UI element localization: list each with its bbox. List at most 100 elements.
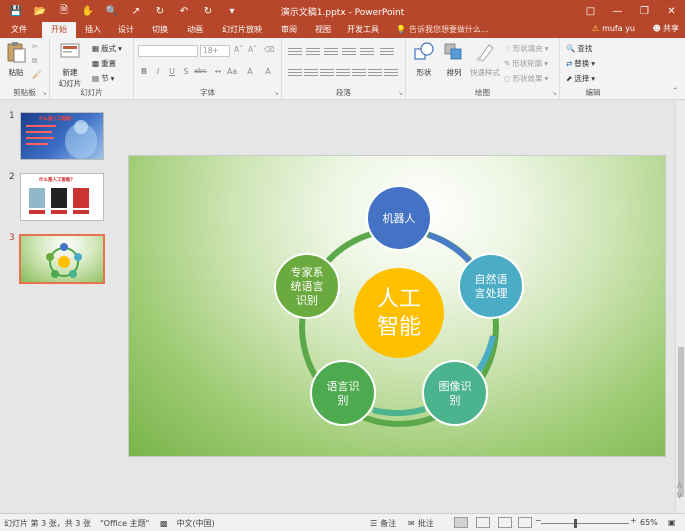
reset-button[interactable]: ▩ 重置 [92, 58, 116, 69]
quick-styles-button[interactable]: 快速样式 [468, 41, 502, 78]
increase-indent-icon[interactable] [342, 46, 356, 56]
slide-thumbnail-1[interactable]: 什么是人工智能？ [20, 112, 104, 160]
slide-sorter-icon[interactable] [476, 517, 490, 528]
zoom-level[interactable]: 65% [640, 518, 658, 527]
scrollbar-thumb[interactable] [678, 347, 684, 497]
center-node-line1: 人工 [377, 287, 421, 312]
zoom-slider[interactable] [541, 523, 629, 524]
replace-button[interactable]: ⇄ 替换 ▾ [566, 58, 595, 69]
copy-icon[interactable]: ⧉ [32, 56, 37, 66]
smartart-icon[interactable] [384, 67, 398, 77]
zoom-in-icon[interactable]: + [630, 516, 637, 525]
change-case-icon[interactable]: Aa [226, 67, 238, 76]
decrease-indent-icon[interactable] [324, 46, 338, 56]
ribbon-display-options-icon[interactable]: □ [577, 0, 604, 22]
line-spacing-icon[interactable] [360, 46, 374, 56]
collapse-ribbon-icon[interactable]: ⌃ [672, 86, 678, 95]
numbering-icon[interactable] [306, 46, 320, 56]
underline-icon[interactable]: U [166, 67, 178, 76]
shape-fill-button[interactable]: ♢ 形状填充 ▾ [504, 43, 549, 54]
tab-developer[interactable]: 开发工具 [343, 22, 383, 38]
strikethrough-icon[interactable]: abc [194, 67, 207, 75]
zoom-slider-knob[interactable] [574, 519, 577, 528]
new-slide-button[interactable]: 新建 幻灯片 [56, 41, 84, 89]
paragraph-launcher-icon[interactable]: ↘ [398, 90, 403, 97]
close-icon[interactable]: ✕ [658, 0, 685, 22]
increase-font-icon[interactable]: Aˆ [234, 45, 243, 54]
user-account[interactable]: ⚠ mufa yu [592, 24, 635, 33]
tab-home[interactable]: 开始 [42, 22, 76, 38]
font-size-box[interactable]: 18+ [200, 45, 230, 57]
align-right-icon[interactable] [320, 67, 334, 77]
user-name: mufa yu [602, 24, 635, 33]
clipboard-launcher-icon[interactable]: ↘ [42, 90, 47, 97]
tab-animations[interactable]: 动画 [181, 22, 209, 38]
slideshow-view-icon[interactable] [518, 517, 532, 528]
shape-outline-button[interactable]: ✎ 形状轮廓 ▾ [504, 58, 548, 69]
outline-icon: ✎ [504, 59, 511, 68]
language-indicator[interactable]: ▩ 中文(中国) [160, 518, 215, 529]
bullets-icon[interactable] [288, 46, 302, 56]
slide-thumbnail-2[interactable]: 什么是人工智能？ [20, 173, 104, 221]
vertical-scrollbar[interactable]: ⋀ ⋁ [675, 101, 685, 513]
decrease-font-icon[interactable]: Aˇ [248, 45, 257, 54]
normal-view-icon[interactable] [454, 517, 468, 528]
justify-icon[interactable] [336, 67, 350, 77]
fit-to-window-icon[interactable]: ▣ [668, 518, 676, 527]
prev-slide-icon[interactable]: ⋀ [677, 482, 682, 489]
distributed-icon[interactable] [352, 67, 366, 77]
layout-button[interactable]: ▦ 版式 ▾ [92, 43, 122, 54]
minimize-icon[interactable]: — [604, 0, 631, 22]
node-robot[interactable]: 机器人 [366, 185, 432, 251]
restore-icon[interactable]: ❐ [631, 0, 658, 22]
smartart-cycle-diagram[interactable]: 人工 智能 机器人 自然语 言处理 图像识 别 语言识 别 专家系 统语言 识别 [129, 156, 667, 458]
cut-icon[interactable]: ✂ [32, 42, 38, 51]
node-nlp[interactable]: 自然语 言处理 [458, 253, 524, 319]
italic-icon[interactable]: I [152, 67, 164, 76]
align-left-icon[interactable] [288, 67, 302, 77]
tell-me-box[interactable]: 💡 告诉我您想要做什么... [396, 24, 489, 35]
group-label-slides: 幻灯片 [80, 88, 103, 97]
paste-button[interactable]: 粘贴 [4, 41, 28, 78]
shape-effects-button[interactable]: ○ 形状效果 ▾ [504, 73, 548, 84]
tab-file[interactable]: 文件 [0, 22, 38, 38]
tab-design[interactable]: 设计 [112, 22, 140, 38]
shadow-icon[interactable]: S [180, 67, 192, 76]
font-launcher-icon[interactable]: ↘ [274, 90, 279, 97]
node-speech-recognition[interactable]: 语言识 别 [310, 360, 376, 426]
comments-button[interactable]: ✉ 批注 [408, 518, 434, 529]
shapes-label: 形状 [416, 68, 432, 77]
highlight-icon[interactable]: A [262, 67, 274, 76]
node-expert-system[interactable]: 专家系 统语言 识别 [274, 253, 340, 319]
format-painter-icon[interactable]: 🖌 [32, 70, 42, 79]
char-spacing-icon[interactable]: ↔ [212, 67, 224, 76]
tab-view[interactable]: 视图 [309, 22, 337, 38]
section-button[interactable]: ▤ 节 ▾ [92, 73, 114, 84]
columns-icon[interactable] [368, 67, 382, 77]
slide-thumbnail-3[interactable] [19, 234, 105, 284]
notes-button[interactable]: ☰ 备注 [370, 518, 396, 529]
tab-insert[interactable]: 插入 [79, 22, 107, 38]
bold-icon[interactable]: B [138, 67, 150, 76]
node-image-recognition[interactable]: 图像识 别 [422, 360, 488, 426]
align-center-icon[interactable] [304, 67, 318, 77]
tab-review[interactable]: 审阅 [275, 22, 303, 38]
slide-counter: 幻灯片 第 3 张，共 3 张 [4, 519, 91, 528]
current-slide[interactable]: 人工 智能 机器人 自然语 言处理 图像识 别 语言识 别 专家系 统语言 识别 [128, 155, 666, 457]
reading-view-icon[interactable] [498, 517, 512, 528]
select-button[interactable]: ⬈ 选择 ▾ [566, 73, 595, 84]
arrange-button[interactable]: 排列 [440, 41, 468, 78]
tab-slideshow[interactable]: 幻灯片放映 [216, 22, 268, 38]
tab-transitions[interactable]: 切换 [146, 22, 174, 38]
font-name-box[interactable] [138, 45, 198, 57]
find-button[interactable]: 🔍 查找 [566, 43, 592, 54]
font-color-icon[interactable]: A [244, 67, 256, 76]
shapes-button[interactable]: 形状 [410, 41, 438, 78]
share-button[interactable]: ☻ 共享 [653, 23, 679, 34]
drawing-launcher-icon[interactable]: ↘ [552, 90, 557, 97]
clear-format-icon[interactable]: ⌫ [264, 45, 275, 54]
text-direction-icon[interactable] [380, 46, 394, 56]
next-slide-icon[interactable]: ⋁ [677, 492, 682, 499]
center-node[interactable]: 人工 智能 [354, 268, 444, 358]
paste-label: 粘贴 [8, 68, 24, 77]
